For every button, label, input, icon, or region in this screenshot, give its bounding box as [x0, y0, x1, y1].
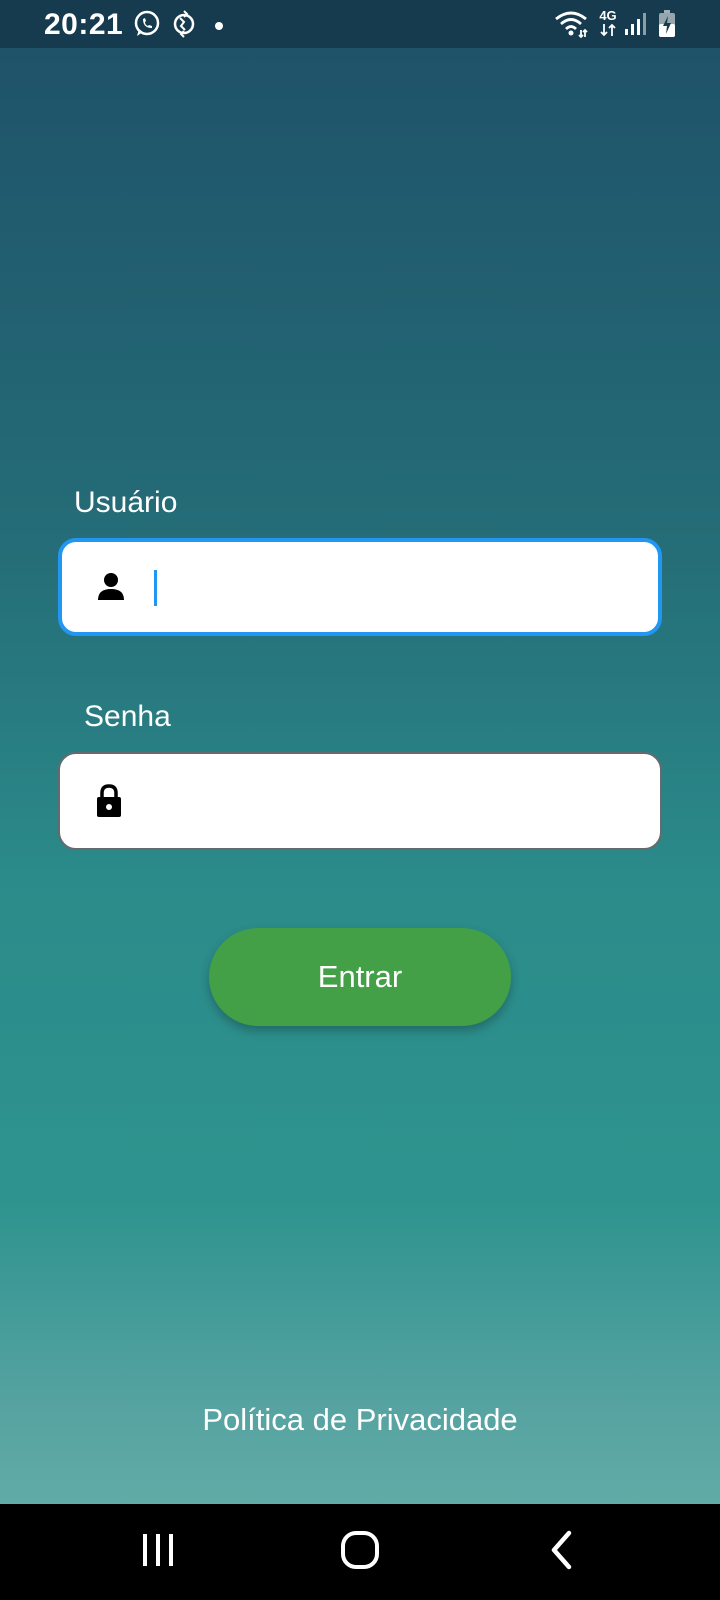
status-bar: 20:21 4G [0, 0, 720, 48]
lock-icon [94, 784, 124, 818]
signal-icon [624, 12, 648, 41]
home-button[interactable] [330, 1524, 390, 1580]
username-input[interactable] [152, 542, 632, 632]
login-button[interactable]: Entrar [209, 928, 511, 1026]
username-field[interactable] [58, 538, 662, 636]
back-icon [547, 1530, 577, 1575]
recent-apps-button[interactable] [128, 1524, 188, 1580]
wifi-icon [554, 10, 588, 43]
username-label: Usuário [74, 486, 178, 519]
password-input[interactable] [150, 754, 630, 848]
network-4g-icon: 4G [596, 9, 620, 42]
back-button[interactable] [532, 1524, 592, 1580]
navigation-bar [0, 1504, 720, 1600]
password-field[interactable] [58, 752, 662, 850]
whatsapp-icon [132, 9, 162, 44]
network-label: 4G [599, 8, 617, 23]
login-screen: 20:21 4G Usuário Senha Entrar Política d… [0, 0, 720, 1600]
status-time: 20:21 [44, 8, 124, 41]
vpn-globe-icon [170, 9, 198, 44]
home-icon [340, 1530, 380, 1575]
battery-charging-icon [658, 10, 676, 43]
person-icon [96, 570, 126, 604]
recent-apps-icon [140, 1532, 176, 1573]
privacy-policy-link[interactable]: Política de Privacidade [0, 1402, 720, 1438]
password-label: Senha [84, 700, 171, 733]
notification-dot-icon [214, 18, 224, 36]
text-caret [154, 570, 157, 606]
